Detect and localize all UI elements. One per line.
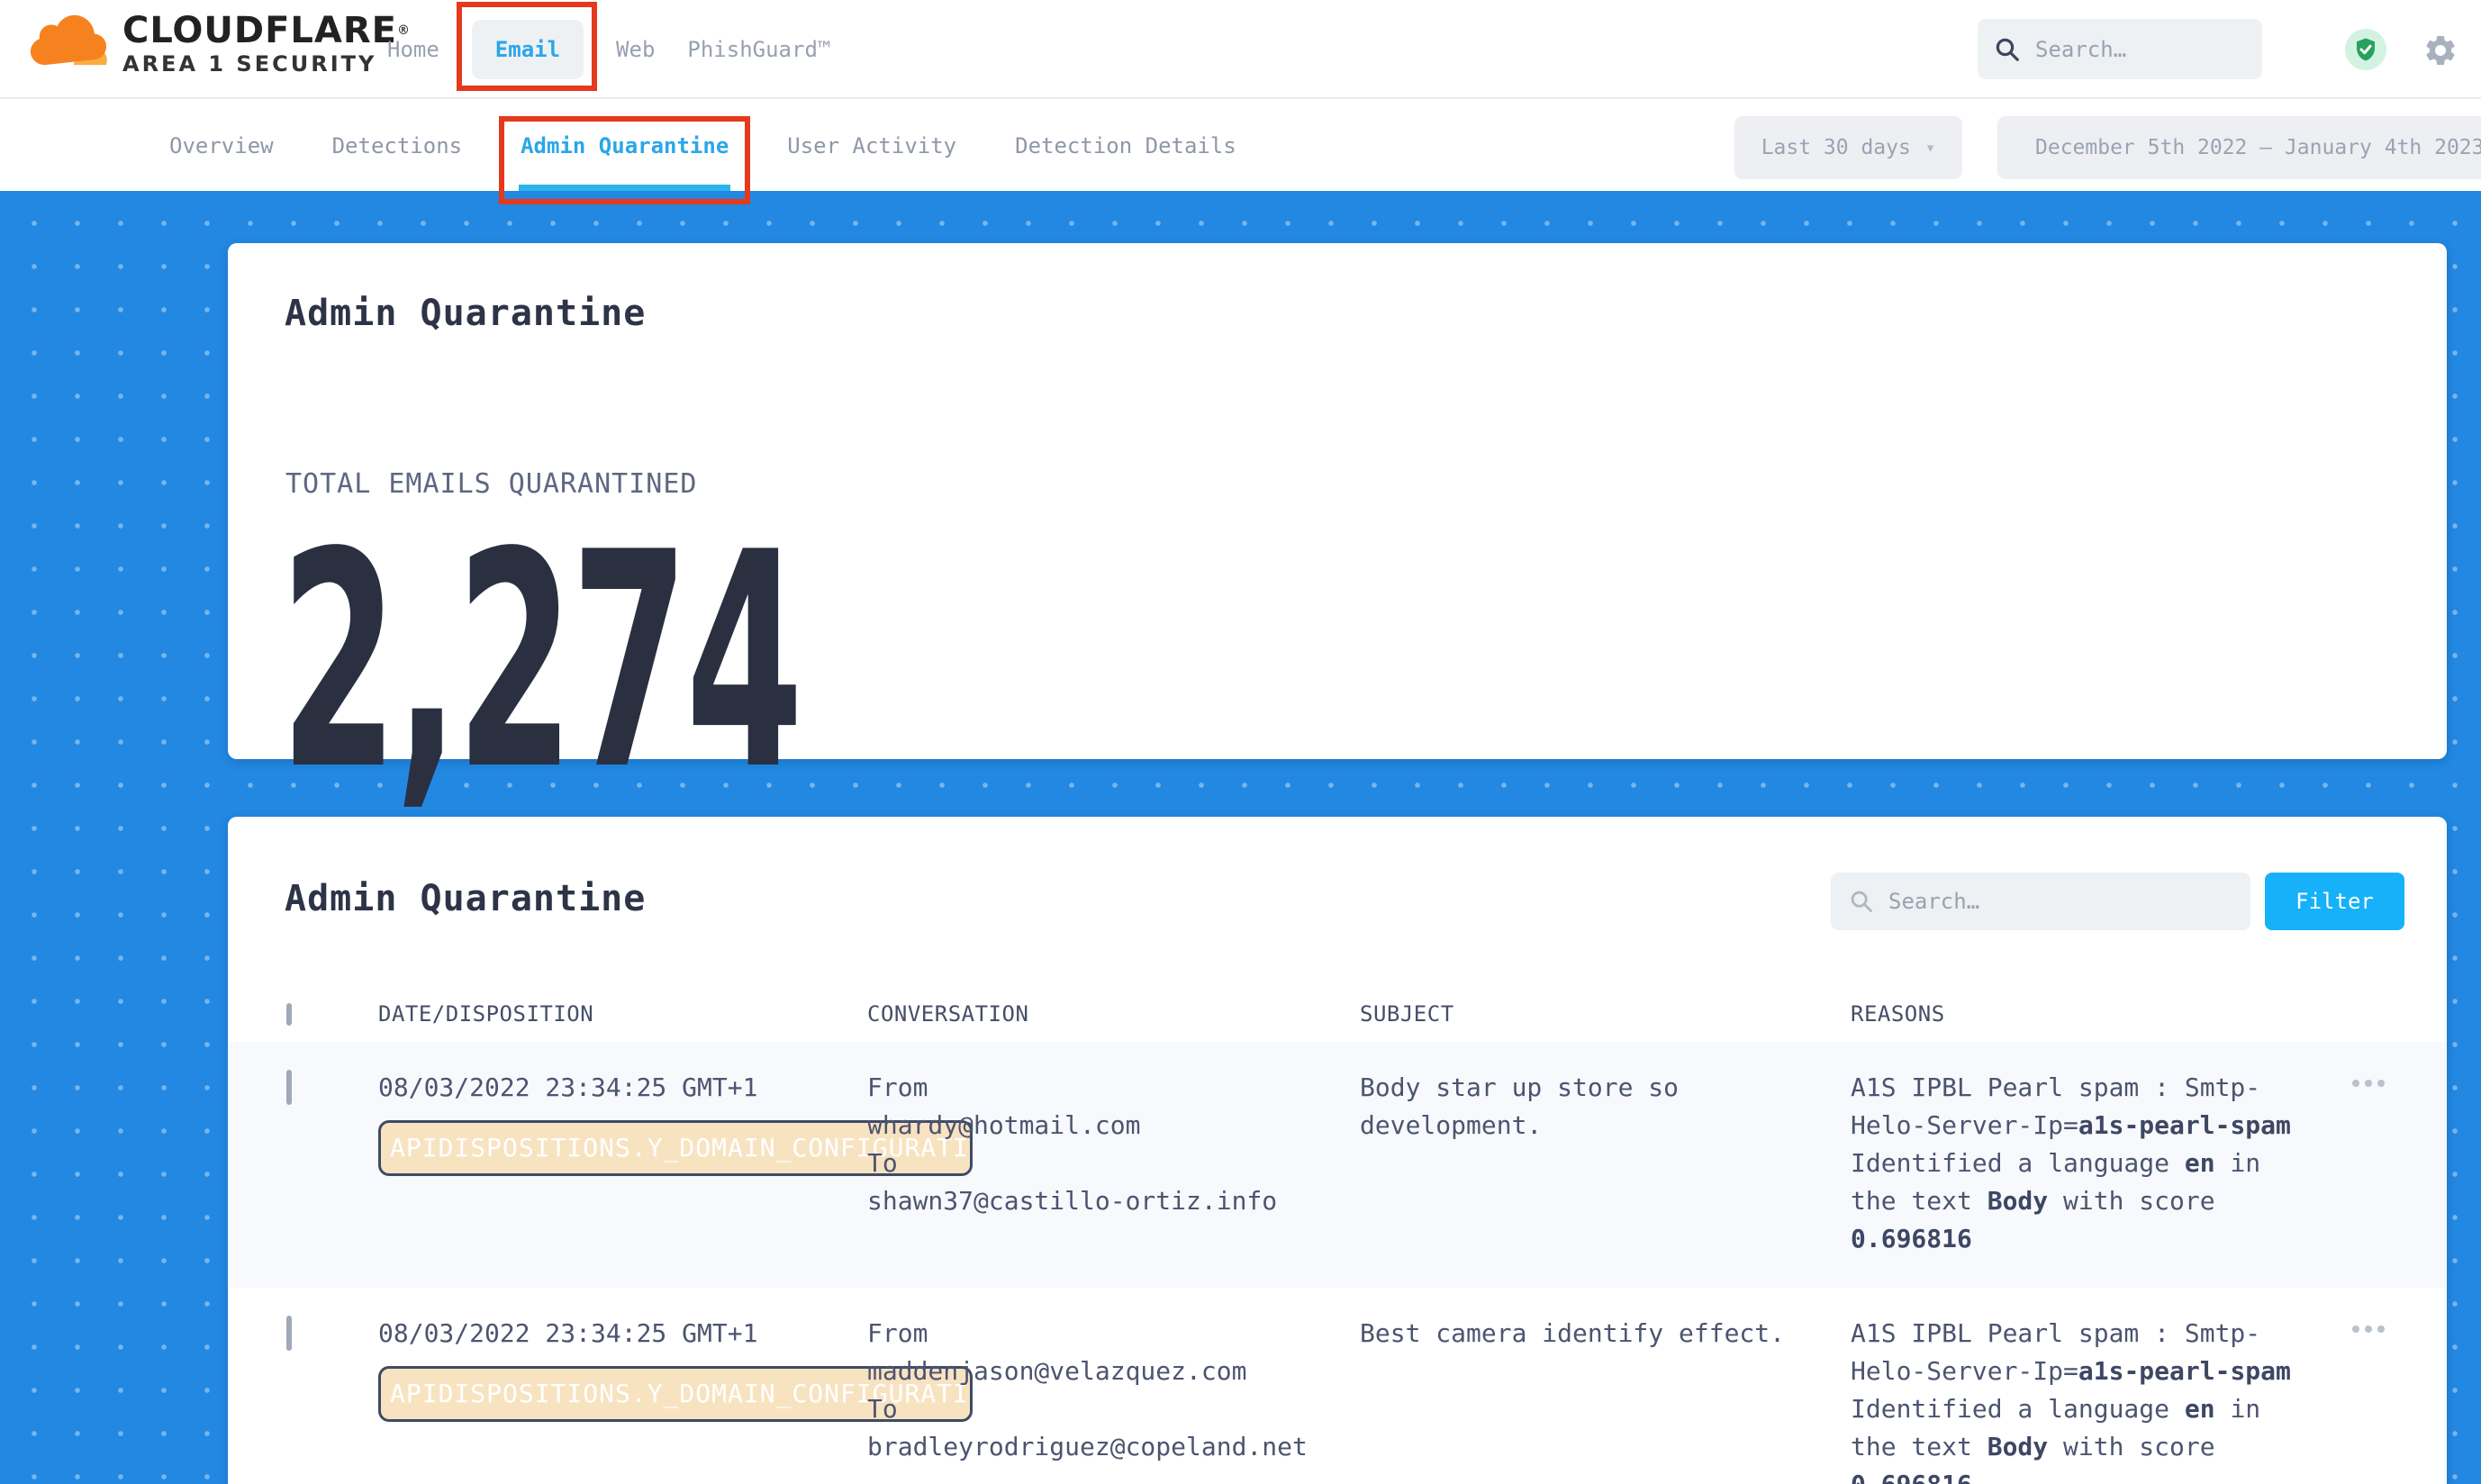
- global-search-input[interactable]: [2035, 37, 2233, 62]
- table-search[interactable]: [1831, 873, 2250, 930]
- gear-icon[interactable]: [2422, 32, 2458, 68]
- subject-line: Best camera identify effect.: [1360, 1315, 1851, 1353]
- tab-detections[interactable]: Detections: [332, 101, 463, 191]
- cloudflare-logo[interactable]: CLOUDFLARE® AREA 1 SECURITY: [27, 11, 411, 77]
- row-date: 08/03/2022 23:34:25 GMT+1: [378, 1069, 867, 1107]
- nav-item-phishguard[interactable]: PhishGuard™: [687, 37, 830, 62]
- metric-value: 2,274: [280, 513, 801, 810]
- brand-name: CLOUDFLARE®: [122, 11, 411, 50]
- date-disposition-cell: 08/03/2022 23:34:25 GMT+1 APIDISPOSITION…: [378, 1315, 867, 1484]
- col-subject: SUBJECT: [1360, 1001, 1851, 1027]
- nav-item-email-label: Email: [495, 37, 560, 62]
- conversation-cell: From whardy@hotmail.com To shawn37@casti…: [867, 1069, 1360, 1258]
- date-range-dropdown[interactable]: Last 30 days ▾: [1734, 116, 1962, 179]
- row-actions-menu-icon[interactable]: [2352, 1326, 2394, 1333]
- table-card-title: Admin Quarantine: [285, 878, 646, 919]
- quarantine-table-card: Admin Quarantine Filter DATE/DISPOSITION…: [228, 817, 2447, 1484]
- col-reasons: REASONS: [1851, 1001, 2341, 1027]
- from-label: From: [867, 1069, 1360, 1107]
- tab-admin-quarantine[interactable]: Admin Quarantine: [521, 101, 729, 191]
- page: CLOUDFLARE® AREA 1 SECURITY Home Email W…: [0, 0, 2481, 1484]
- dotted-background: Admin Quarantine TOTAL EMAILS QUARANTINE…: [0, 191, 2481, 1484]
- global-search[interactable]: [1978, 19, 2262, 79]
- row-actions-menu-icon[interactable]: [2352, 1080, 2394, 1087]
- summary-card: Admin Quarantine TOTAL EMAILS QUARANTINE…: [228, 243, 2447, 759]
- email-tabs: Overview Detections Admin Quarantine Use…: [169, 101, 1236, 191]
- to-label: To: [867, 1145, 1360, 1182]
- tab-user-activity[interactable]: User Activity: [787, 101, 956, 191]
- subject-line: Body star up store so: [1360, 1069, 1851, 1107]
- col-conversation: CONVERSATION: [867, 1001, 1360, 1027]
- date-range-text: December 5th 2022 — January 4th 2023: [2035, 136, 2481, 159]
- table-row: 08/03/2022 23:34:25 GMT+1 APIDISPOSITION…: [228, 1042, 2447, 1288]
- from-label: From: [867, 1315, 1360, 1353]
- brand-subtitle: AREA 1 SECURITY: [122, 50, 411, 77]
- summary-card-title: Admin Quarantine: [285, 293, 646, 334]
- to-address: shawn37@castillo-ortiz.info: [867, 1182, 1360, 1220]
- table-header-row: DATE/DISPOSITION CONVERSATION SUBJECT RE…: [228, 986, 2447, 1042]
- date-range-value[interactable]: December 5th 2022 — January 4th 2023: [1997, 116, 2481, 179]
- select-all-checkbox[interactable]: [286, 1003, 292, 1026]
- subject-line: development.: [1360, 1107, 1851, 1145]
- reasons-cell: A1S IPBL Pearl spam : Smtp-Helo-Server-I…: [1851, 1069, 2341, 1258]
- cloudflare-cloud-icon: [27, 14, 110, 74]
- nav-item-email-active[interactable]: Email: [472, 20, 584, 79]
- to-label: To: [867, 1390, 1360, 1428]
- table-row: 08/03/2022 23:34:25 GMT+1 APIDISPOSITION…: [228, 1288, 2447, 1484]
- from-address: whardy@hotmail.com: [867, 1107, 1360, 1145]
- shield-check-icon[interactable]: [2345, 29, 2386, 70]
- to-address: bradleyrodriguez@copeland.net: [867, 1428, 1360, 1466]
- row-checkbox[interactable]: [286, 1316, 292, 1351]
- conversation-cell: From maddenjason@velazquez.com To bradle…: [867, 1315, 1360, 1484]
- filter-button[interactable]: Filter: [2265, 873, 2404, 930]
- date-range-dropdown-label: Last 30 days: [1761, 136, 1911, 159]
- top-header: CLOUDFLARE® AREA 1 SECURITY Home Email W…: [0, 0, 2481, 99]
- chevron-down-icon: ▾: [1925, 138, 1935, 158]
- from-address: maddenjason@velazquez.com: [867, 1353, 1360, 1390]
- col-date-disposition: DATE/DISPOSITION: [378, 1001, 867, 1027]
- nav-item-home[interactable]: Home: [387, 37, 439, 62]
- reasons-cell: A1S IPBL Pearl spam : Smtp-Helo-Server-I…: [1851, 1315, 2341, 1484]
- sub-nav: Overview Detections Admin Quarantine Use…: [0, 101, 2481, 191]
- row-checkbox[interactable]: [286, 1070, 292, 1105]
- nav-item-web[interactable]: Web: [616, 37, 655, 62]
- subject-cell: Body star up store so development.: [1360, 1069, 1851, 1258]
- tab-overview[interactable]: Overview: [169, 101, 274, 191]
- quarantine-table: DATE/DISPOSITION CONVERSATION SUBJECT RE…: [228, 986, 2447, 1484]
- search-icon: [1849, 889, 1874, 914]
- main-nav: Home Email Web PhishGuard™: [387, 0, 830, 99]
- search-icon: [1994, 36, 2021, 63]
- subject-cell: Best camera identify effect.: [1360, 1315, 1851, 1484]
- date-disposition-cell: 08/03/2022 23:34:25 GMT+1 APIDISPOSITION…: [378, 1069, 867, 1258]
- row-date: 08/03/2022 23:34:25 GMT+1: [378, 1315, 867, 1353]
- tab-detection-details[interactable]: Detection Details: [1015, 101, 1236, 191]
- table-search-input[interactable]: [1888, 889, 2213, 914]
